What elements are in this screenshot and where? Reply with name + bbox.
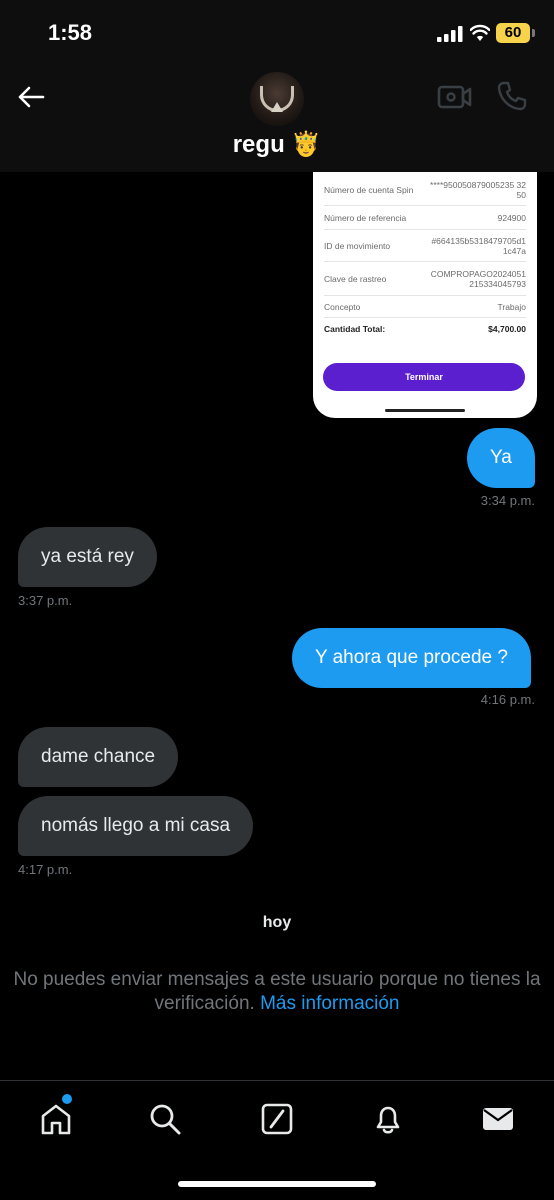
avatar[interactable] xyxy=(250,72,304,126)
receipt-row-label: Número de referencia xyxy=(324,212,407,223)
home-notification-dot xyxy=(62,1094,72,1104)
signal-icon xyxy=(437,26,463,42)
battery-indicator: 60 xyxy=(496,23,530,43)
nav-home[interactable] xyxy=(36,1099,76,1139)
receipt-finish-button: Terminar xyxy=(323,363,525,391)
status-bar: 1:58 60 xyxy=(0,0,554,66)
message-timestamp: 4:16 p.m. xyxy=(480,692,535,707)
nav-notifications[interactable] xyxy=(368,1099,408,1139)
message-bubble-incoming[interactable]: nomás llego a mi casa xyxy=(18,796,254,856)
battery-cap xyxy=(532,29,535,37)
message-bubble-incoming[interactable]: ya está rey xyxy=(18,527,157,587)
arrow-left-icon xyxy=(18,86,45,108)
receipt-row-value: Trabajo xyxy=(497,301,526,312)
day-divider: hoy xyxy=(262,914,292,931)
receipt-row-value: #664135b5318479705d11c47a xyxy=(431,235,526,256)
verification-notice: No puedes enviar mensajes a este usuario… xyxy=(10,968,544,1016)
receipt-row: Clave de rastreo COMPROPAGO2024051215334… xyxy=(324,262,526,296)
receipt-total-label: Cantidad Total: xyxy=(324,324,386,334)
nav-grok[interactable] xyxy=(257,1099,297,1139)
receipt-row-value: COMPROPAGO2024051215334045793 xyxy=(430,268,526,289)
search-icon xyxy=(150,1104,181,1135)
receipt-total: Cantidad Total: $4,700.00 xyxy=(324,324,526,334)
more-info-link[interactable]: Más información xyxy=(260,993,399,1014)
receipt-row-label: Número de cuenta Spin xyxy=(324,184,414,195)
status-time: 1:58 xyxy=(48,20,93,45)
contact-name[interactable]: regu 🤴 xyxy=(0,130,554,159)
nav-search[interactable] xyxy=(145,1099,185,1139)
home-icon xyxy=(41,1104,71,1135)
bell-icon xyxy=(376,1106,400,1134)
message-bubble-outgoing[interactable]: Ya xyxy=(467,428,535,488)
receipt-image-message[interactable]: Número de cuenta Spin ****95005087900523… xyxy=(313,150,537,418)
home-indicator xyxy=(178,1181,376,1187)
wifi-icon xyxy=(470,24,490,41)
message-timestamp: 3:37 p.m. xyxy=(18,593,73,608)
receipt-row: ID de movimiento #664135b5318479705d11c4… xyxy=(324,230,526,262)
message-bubble-incoming[interactable]: dame chance xyxy=(18,727,179,787)
receipt-home-bar xyxy=(385,409,465,412)
message-timestamp: 3:34 p.m. xyxy=(480,493,535,508)
receipt-row: Concepto Trabajo xyxy=(324,296,526,318)
message-bubble-outgoing[interactable]: Y ahora que procede ? xyxy=(292,628,531,688)
nav-messages[interactable] xyxy=(478,1099,518,1139)
message-timestamp: 4:17 p.m. xyxy=(18,862,73,877)
voice-call-button[interactable] xyxy=(496,80,528,112)
compose-icon xyxy=(261,1103,293,1135)
receipt-row-value: 924900 xyxy=(497,212,526,223)
avatar-pendant-graphic xyxy=(271,102,283,112)
receipt-row: Número de referencia 924900 xyxy=(324,206,526,230)
back-button[interactable] xyxy=(14,82,48,112)
receipt-row-label: Clave de rastreo xyxy=(324,273,387,284)
video-call-button[interactable] xyxy=(436,82,472,112)
receipt-row-label: ID de movimiento xyxy=(324,240,391,251)
receipt-row-label: Concepto xyxy=(324,301,361,312)
receipt-row-value: ****950050879005235 3250 xyxy=(430,179,526,200)
receipt-row: Número de cuenta Spin ****95005087900523… xyxy=(324,174,526,206)
receipt-total-value: $4,700.00 xyxy=(488,324,526,334)
mail-icon xyxy=(483,1108,513,1130)
phone-icon xyxy=(497,81,527,111)
video-camera-icon xyxy=(437,85,472,109)
